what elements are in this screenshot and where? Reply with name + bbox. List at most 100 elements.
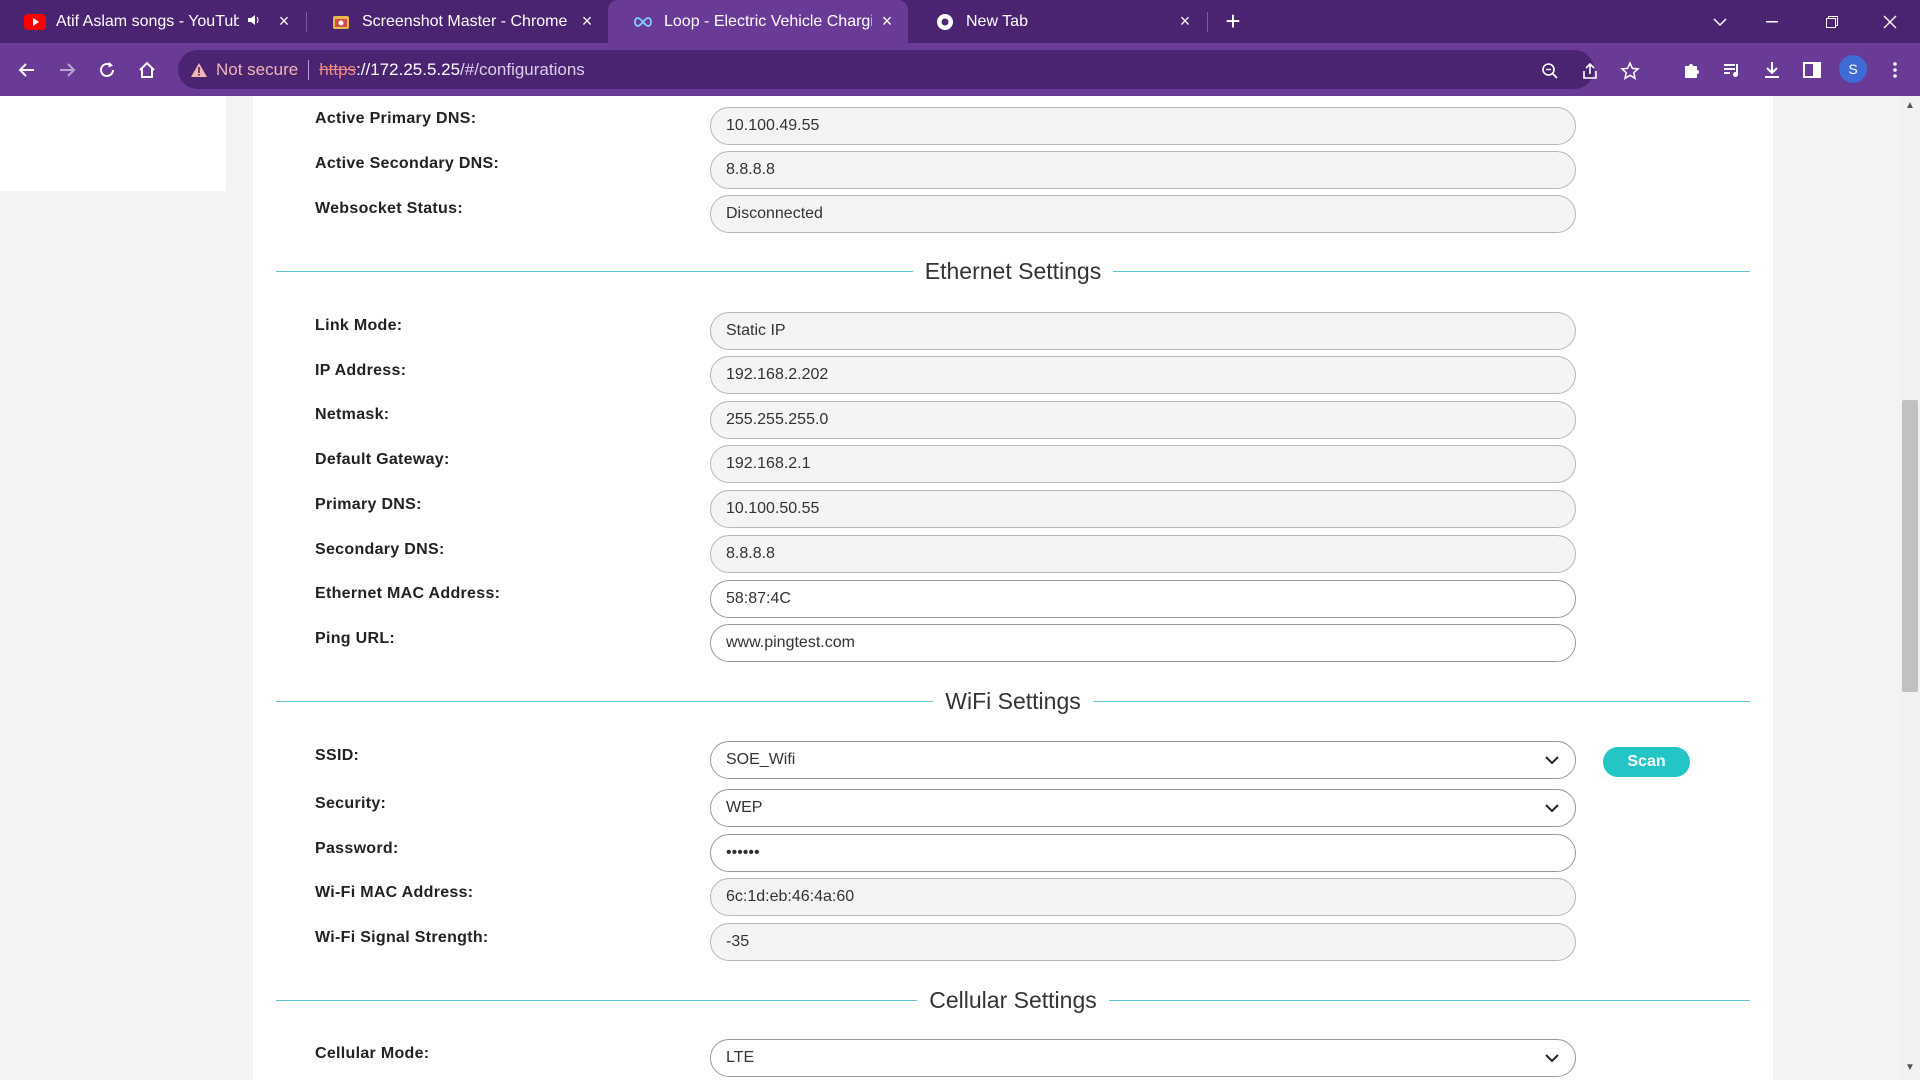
- divider-line: [1108, 999, 1750, 1001]
- wifi-mac-field[interactable]: 6c:1d:eb:46:4a:60: [710, 878, 1576, 916]
- tab-title: Screenshot Master - Chrome We: [362, 12, 572, 30]
- ping-url-label: Ping URL:: [315, 630, 396, 647]
- restore-icon[interactable]: [1802, 0, 1862, 43]
- ssid-select[interactable]: SOE_Wifi: [710, 741, 1576, 779]
- cellular-mode-select[interactable]: LTE: [710, 1039, 1576, 1077]
- link-mode-field[interactable]: Static IP: [710, 312, 1576, 350]
- tab-title: Atif Aslam songs - YouTube: [56, 12, 239, 30]
- divider-line: [1113, 270, 1751, 272]
- reload-icon[interactable]: [90, 53, 124, 87]
- security-status[interactable]: Not secure: [216, 60, 298, 80]
- youtube-icon: [24, 11, 46, 33]
- divider-line: [276, 270, 913, 272]
- chevron-down-icon: [1545, 756, 1559, 765]
- scan-button[interactable]: Scan: [1603, 747, 1690, 777]
- password-field[interactable]: ••••••: [710, 834, 1576, 872]
- close-window-icon[interactable]: [1860, 0, 1920, 43]
- field-value: LTE: [726, 1049, 755, 1066]
- ping-url-field[interactable]: www.pingtest.com: [710, 624, 1576, 662]
- section-title: Ethernet Settings: [924, 257, 1102, 284]
- field-value: 192.168.2.202: [726, 366, 829, 383]
- chrome-icon: [934, 11, 956, 33]
- tab-divider: [1207, 12, 1208, 32]
- page-viewport: Active Primary DNS: 10.100.49.55 Active …: [0, 96, 1900, 1080]
- tab-screenshot-master[interactable]: Screenshot Master - Chrome We ×: [306, 0, 608, 43]
- share-icon[interactable]: [1578, 59, 1602, 83]
- active-primary-dns-field[interactable]: 10.100.49.55: [710, 107, 1576, 145]
- scroll-down-arrow-icon[interactable]: ▼: [1904, 1062, 1916, 1074]
- speaker-icon[interactable]: [247, 13, 261, 30]
- security-label: Security:: [315, 795, 387, 812]
- tab-search-chevron-icon[interactable]: [1690, 0, 1750, 43]
- field-value: 192.168.2.1: [726, 455, 811, 472]
- field-value: Static IP: [726, 322, 786, 339]
- extensions-puzzle-icon[interactable]: [1677, 55, 1707, 85]
- bookmark-star-icon[interactable]: [1618, 59, 1642, 83]
- tab-new-tab[interactable]: New Tab ×: [910, 0, 1206, 43]
- scrollbar-thumb[interactable]: [1902, 400, 1918, 692]
- chrome-menu-icon[interactable]: [1880, 55, 1910, 85]
- field-value: 8.8.8.8: [726, 161, 775, 178]
- secondary-dns-field[interactable]: 8.8.8.8: [710, 535, 1576, 573]
- media-queue-icon[interactable]: [1717, 55, 1747, 85]
- wifi-mac-label: Wi-Fi MAC Address:: [315, 884, 474, 901]
- download-icon[interactable]: [1757, 55, 1787, 85]
- active-secondary-dns-field[interactable]: 8.8.8.8: [710, 151, 1576, 189]
- side-panel-icon[interactable]: [1797, 55, 1827, 85]
- url-host: ://172.25.5.25: [356, 59, 461, 79]
- close-icon[interactable]: ×: [275, 11, 293, 31]
- loop-infinity-icon: [632, 11, 654, 33]
- divider-line: [1092, 700, 1751, 702]
- field-value: 255.255.255.0: [726, 411, 829, 428]
- default-gateway-field[interactable]: 192.168.2.1: [710, 445, 1576, 483]
- ssid-label: SSID:: [315, 747, 360, 764]
- ethernet-mac-field[interactable]: 58:87:4C: [710, 580, 1576, 618]
- netmask-field[interactable]: 255.255.255.0: [710, 401, 1576, 439]
- wifi-signal-label: Wi-Fi Signal Strength:: [315, 929, 489, 946]
- field-value: 10.100.50.55: [726, 500, 820, 517]
- chevron-down-icon: [1545, 1054, 1559, 1063]
- close-icon[interactable]: ×: [878, 11, 896, 31]
- wifi-settings-heading: WiFi Settings: [276, 686, 1751, 716]
- security-select[interactable]: WEP: [710, 789, 1576, 827]
- wifi-signal-field[interactable]: -35: [710, 923, 1576, 961]
- field-value: 8.8.8.8: [726, 545, 775, 562]
- close-icon[interactable]: ×: [1176, 11, 1194, 31]
- default-gateway-label: Default Gateway:: [315, 451, 450, 468]
- sidebar-panel: [0, 96, 226, 191]
- scroll-up-arrow-icon[interactable]: ▲: [1904, 100, 1916, 112]
- primary-dns-field[interactable]: 10.100.50.55: [710, 490, 1576, 528]
- primary-dns-label: Primary DNS:: [315, 496, 422, 513]
- cellular-settings-heading: Cellular Settings: [276, 985, 1750, 1015]
- section-title: WiFi Settings: [945, 687, 1081, 714]
- browser-toolbar: Not secure https://172.25.5.25/#/configu…: [0, 43, 1920, 96]
- warning-icon[interactable]: [190, 62, 208, 78]
- websocket-status-field[interactable]: Disconnected: [710, 195, 1576, 233]
- profile-avatar[interactable]: S: [1839, 55, 1867, 83]
- home-icon[interactable]: [130, 53, 164, 87]
- back-icon[interactable]: [10, 53, 44, 87]
- url-scheme: https: [319, 59, 357, 79]
- tab-loop[interactable]: Loop - Electric Vehicle Charging ×: [608, 0, 908, 43]
- tab-youtube[interactable]: Atif Aslam songs - YouTube ×: [0, 0, 305, 43]
- field-value: -35: [726, 933, 750, 950]
- close-icon[interactable]: ×: [578, 11, 596, 31]
- new-tab-button[interactable]: +: [1218, 8, 1248, 36]
- ip-address-field[interactable]: 192.168.2.202: [710, 356, 1576, 394]
- tab-title: Loop - Electric Vehicle Charging: [664, 12, 872, 30]
- forward-icon[interactable]: [50, 53, 84, 87]
- field-value: 58:87:4C: [726, 590, 791, 607]
- secondary-dns-label: Secondary DNS:: [315, 541, 445, 558]
- minimize-icon[interactable]: [1742, 0, 1802, 43]
- address-bar[interactable]: Not secure https://172.25.5.25/#/configu…: [178, 50, 1640, 89]
- field-value: 10.100.49.55: [726, 117, 820, 134]
- password-label: Password:: [315, 840, 399, 857]
- screenshot-master-icon: [330, 11, 352, 33]
- websocket-status-label: Websocket Status:: [315, 200, 463, 217]
- ip-address-label: IP Address:: [315, 362, 407, 379]
- ethernet-settings-heading: Ethernet Settings: [276, 256, 1751, 286]
- url-path: /#/configurations: [460, 59, 585, 79]
- url-text[interactable]: https://172.25.5.25/#/configurations: [319, 60, 585, 80]
- zoom-icon[interactable]: [1538, 59, 1562, 83]
- tab-strip: Atif Aslam songs - YouTube × Screenshot …: [0, 0, 1920, 43]
